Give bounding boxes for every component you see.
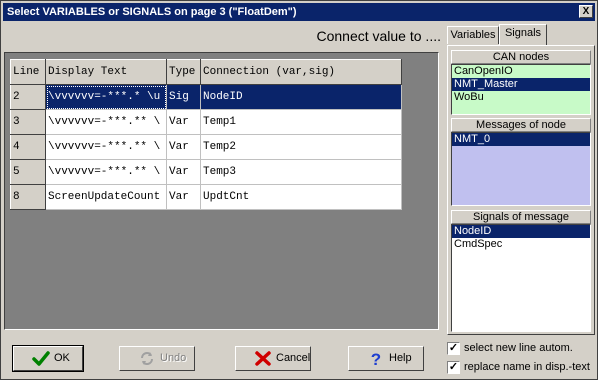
replace-name-checkbox[interactable]: ✓ replace name in disp.-text (447, 360, 597, 376)
question-mark-icon: ? (367, 350, 385, 369)
dialog-window: Select VARIABLES or SIGNALS on page 3 ("… (0, 0, 598, 380)
row-line-number[interactable]: 5 (10, 159, 46, 185)
list-item[interactable]: WoBu (452, 91, 590, 104)
row-connection[interactable]: Temp1 (200, 109, 402, 135)
messages-list[interactable]: NMT_0 (451, 132, 591, 206)
row-line-number[interactable]: 3 (10, 109, 46, 135)
row-connection[interactable]: NodeID (200, 84, 402, 110)
select-new-line-checkbox[interactable]: ✓ select new line autom. (447, 341, 597, 357)
table-row[interactable]: 4 \vvvvvv=-***.** \ Var Temp2 (10, 134, 402, 160)
lines-grid[interactable]: Line Display Text Type Connection (var,s… (4, 52, 439, 330)
row-line-number[interactable]: 8 (10, 184, 46, 210)
cancel-button[interactable]: Cancel (235, 346, 311, 371)
checkbox-label: replace name in disp.-text (464, 361, 590, 373)
row-display-text[interactable]: \vvvvvv=-***.** \ (45, 134, 167, 160)
red-x-icon (254, 350, 272, 367)
list-item[interactable]: CanOpenIO (452, 65, 590, 78)
tab-signals[interactable]: Signals (499, 24, 547, 45)
checkmark-icon (32, 350, 50, 367)
checkbox-box[interactable]: ✓ (447, 361, 460, 374)
signals-header: Signals of message (451, 210, 591, 224)
header-display-text[interactable]: Display Text (45, 59, 167, 85)
checkbox-label: select new line autom. (464, 342, 573, 354)
ok-label: OK (54, 352, 70, 364)
row-type[interactable]: Sig (166, 84, 201, 110)
row-line-number[interactable]: 2 (10, 84, 46, 110)
row-connection[interactable]: Temp2 (200, 134, 402, 160)
list-item[interactable]: NMT_0 (452, 133, 590, 146)
row-display-text[interactable]: \vvvvvv=-***.** \ (45, 109, 167, 135)
row-display-text[interactable]: \vvvvvv=-***.** \ (45, 159, 167, 185)
row-type[interactable]: Var (166, 134, 201, 160)
list-item[interactable]: CmdSpec (452, 238, 590, 251)
row-connection[interactable]: Temp3 (200, 159, 402, 185)
can-nodes-group: CAN nodes CanOpenIO NMT_Master WoBu (451, 50, 591, 115)
row-display-text[interactable]: \vvvvvv=-***.* \u (45, 84, 167, 110)
undo-button[interactable]: Undo (119, 346, 195, 371)
table-row[interactable]: 5 \vvvvvv=-***.** \ Var Temp3 (10, 159, 402, 185)
undo-arrows-icon (138, 350, 156, 367)
help-button[interactable]: ? Help (348, 346, 424, 371)
can-nodes-header: CAN nodes (451, 50, 591, 64)
cancel-label: Cancel (276, 352, 311, 364)
title-bar[interactable]: Select VARIABLES or SIGNALS on page 3 ("… (3, 3, 595, 21)
header-connection[interactable]: Connection (var,sig) (200, 59, 402, 85)
signals-list[interactable]: NodeID CmdSpec (451, 224, 591, 332)
checkbox-box[interactable]: ✓ (447, 342, 460, 355)
grid-header-row: Line Display Text Type Connection (var,s… (10, 59, 402, 85)
undo-label: Undo (160, 352, 187, 364)
row-type[interactable]: Var (166, 109, 201, 135)
help-label: Help (389, 352, 412, 364)
can-nodes-list[interactable]: CanOpenIO NMT_Master WoBu (451, 64, 591, 115)
ok-button[interactable]: OK (12, 345, 84, 372)
header-line[interactable]: Line (10, 59, 46, 85)
list-item[interactable]: NodeID (452, 225, 590, 238)
window-title: Select VARIABLES or SIGNALS on page 3 ("… (7, 6, 297, 18)
row-type[interactable]: Var (166, 159, 201, 185)
signals-panel: CAN nodes CanOpenIO NMT_Master WoBu Mess… (447, 45, 595, 335)
row-type[interactable]: Var (166, 184, 201, 210)
close-button[interactable]: X (579, 5, 593, 18)
row-display-text[interactable]: ScreenUpdateCount (45, 184, 167, 210)
list-item[interactable]: NMT_Master (452, 78, 590, 91)
row-line-number[interactable]: 4 (10, 134, 46, 160)
messages-group: Messages of node NMT_0 (451, 118, 591, 206)
signals-group: Signals of message NodeID CmdSpec (451, 210, 591, 332)
svg-text:?: ? (371, 350, 381, 367)
table-row[interactable]: 2 \vvvvvv=-***.* \u Sig NodeID (10, 84, 402, 110)
table-row[interactable]: 8 ScreenUpdateCount Var UpdtCnt (10, 184, 402, 210)
messages-header: Messages of node (451, 118, 591, 132)
tab-variables[interactable]: Variables (447, 26, 499, 44)
row-connection[interactable]: UpdtCnt (200, 184, 402, 210)
lines-table: Line Display Text Type Connection (var,s… (10, 59, 402, 210)
table-row[interactable]: 3 \vvvvvv=-***.** \ Var Temp1 (10, 109, 402, 135)
connect-label: Connect value to .... (316, 28, 441, 44)
header-type[interactable]: Type (166, 59, 201, 85)
